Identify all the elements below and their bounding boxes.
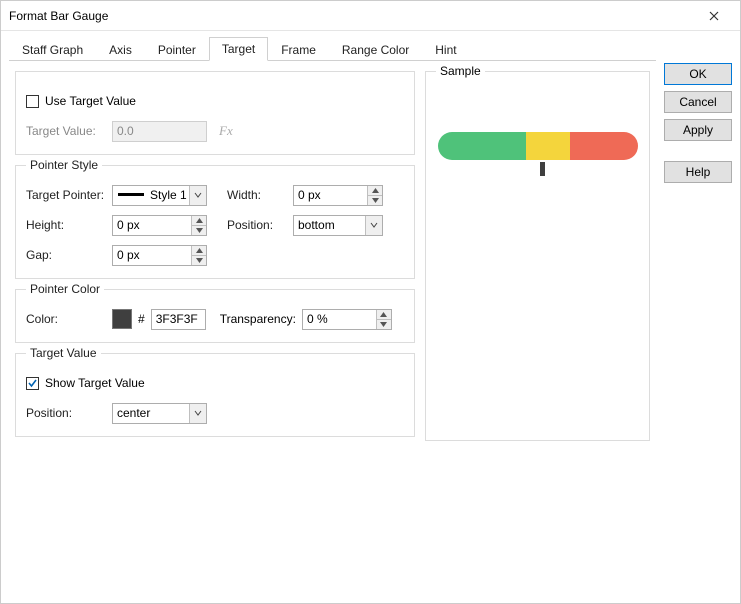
target-value-legend: Target Value bbox=[26, 346, 101, 360]
hash-label: # bbox=[138, 312, 145, 326]
spin-up-icon[interactable] bbox=[367, 186, 382, 196]
tab-target[interactable]: Target bbox=[209, 37, 268, 61]
spin-up-icon[interactable] bbox=[191, 216, 206, 226]
transparency-label: Transparency: bbox=[220, 312, 296, 326]
pointer-style-legend: Pointer Style bbox=[26, 158, 102, 172]
tab-frame[interactable]: Frame bbox=[268, 38, 329, 61]
sample-gauge bbox=[436, 132, 639, 176]
gauge-seg-red bbox=[570, 132, 638, 160]
pointer-style-group: Pointer Style Target Pointer: Style 1 bbox=[15, 165, 415, 279]
color-swatch[interactable] bbox=[112, 309, 132, 329]
spin-down-icon[interactable] bbox=[367, 196, 382, 205]
tv-position-select[interactable]: center bbox=[112, 403, 207, 424]
gap-spinner[interactable] bbox=[112, 245, 207, 266]
cancel-button[interactable]: Cancel bbox=[664, 91, 732, 113]
gauge-seg-yellow bbox=[526, 132, 570, 160]
tab-hint[interactable]: Hint bbox=[422, 38, 469, 61]
gauge-seg-green bbox=[438, 132, 526, 160]
close-icon bbox=[709, 11, 719, 21]
tab-axis[interactable]: Axis bbox=[96, 38, 145, 61]
gap-label: Gap: bbox=[26, 248, 106, 262]
use-target-group: Use Target Value Target Value: Fx bbox=[15, 71, 415, 155]
position-select[interactable]: bottom bbox=[293, 215, 383, 236]
gauge-bar bbox=[438, 132, 638, 160]
use-target-label: Use Target Value bbox=[45, 94, 136, 108]
dialog-buttons: OK Cancel Apply Help bbox=[664, 37, 732, 597]
position-label: Position: bbox=[227, 218, 287, 232]
width-label: Width: bbox=[227, 188, 287, 202]
spin-down-icon[interactable] bbox=[191, 226, 206, 235]
gauge-pointer-icon bbox=[540, 162, 545, 176]
use-target-checkbox[interactable] bbox=[26, 95, 39, 108]
spin-up-icon[interactable] bbox=[376, 310, 391, 320]
ok-button[interactable]: OK bbox=[664, 63, 732, 85]
target-value-input[interactable] bbox=[112, 121, 207, 142]
height-spinner[interactable] bbox=[112, 215, 207, 236]
fx-button[interactable]: Fx bbox=[213, 123, 239, 139]
spin-down-icon[interactable] bbox=[191, 256, 206, 265]
spin-down-icon[interactable] bbox=[376, 320, 391, 329]
target-value-group: Target Value Show Target Value Position:… bbox=[15, 353, 415, 437]
tab-pointer[interactable]: Pointer bbox=[145, 38, 209, 61]
tabstrip: Staff Graph Axis Pointer Target Frame Ra… bbox=[9, 37, 656, 61]
color-hex-input[interactable] bbox=[151, 309, 206, 330]
tab-staff-graph[interactable]: Staff Graph bbox=[9, 38, 96, 61]
show-target-checkbox[interactable] bbox=[26, 377, 39, 390]
pointer-color-group: Pointer Color Color: # Transparency: bbox=[15, 289, 415, 343]
spin-up-icon[interactable] bbox=[191, 246, 206, 256]
target-pointer-label: Target Pointer: bbox=[26, 188, 106, 202]
width-spinner[interactable] bbox=[293, 185, 383, 206]
close-button[interactable] bbox=[696, 4, 732, 28]
target-value-label: Target Value: bbox=[26, 124, 106, 138]
tv-position-label: Position: bbox=[26, 406, 106, 420]
window-title: Format Bar Gauge bbox=[9, 9, 696, 23]
tab-range-color[interactable]: Range Color bbox=[329, 38, 422, 61]
check-icon bbox=[27, 378, 38, 389]
transparency-spinner[interactable] bbox=[302, 309, 392, 330]
apply-button[interactable]: Apply bbox=[664, 119, 732, 141]
show-target-label: Show Target Value bbox=[45, 376, 145, 390]
target-pointer-select[interactable]: Style 1 bbox=[112, 185, 207, 206]
titlebar: Format Bar Gauge bbox=[1, 1, 740, 31]
help-button[interactable]: Help bbox=[664, 161, 732, 183]
color-label: Color: bbox=[26, 312, 106, 326]
height-label: Height: bbox=[26, 218, 106, 232]
sample-panel: Sample bbox=[425, 71, 650, 441]
pointer-color-legend: Pointer Color bbox=[26, 282, 104, 296]
sample-legend: Sample bbox=[436, 64, 485, 78]
